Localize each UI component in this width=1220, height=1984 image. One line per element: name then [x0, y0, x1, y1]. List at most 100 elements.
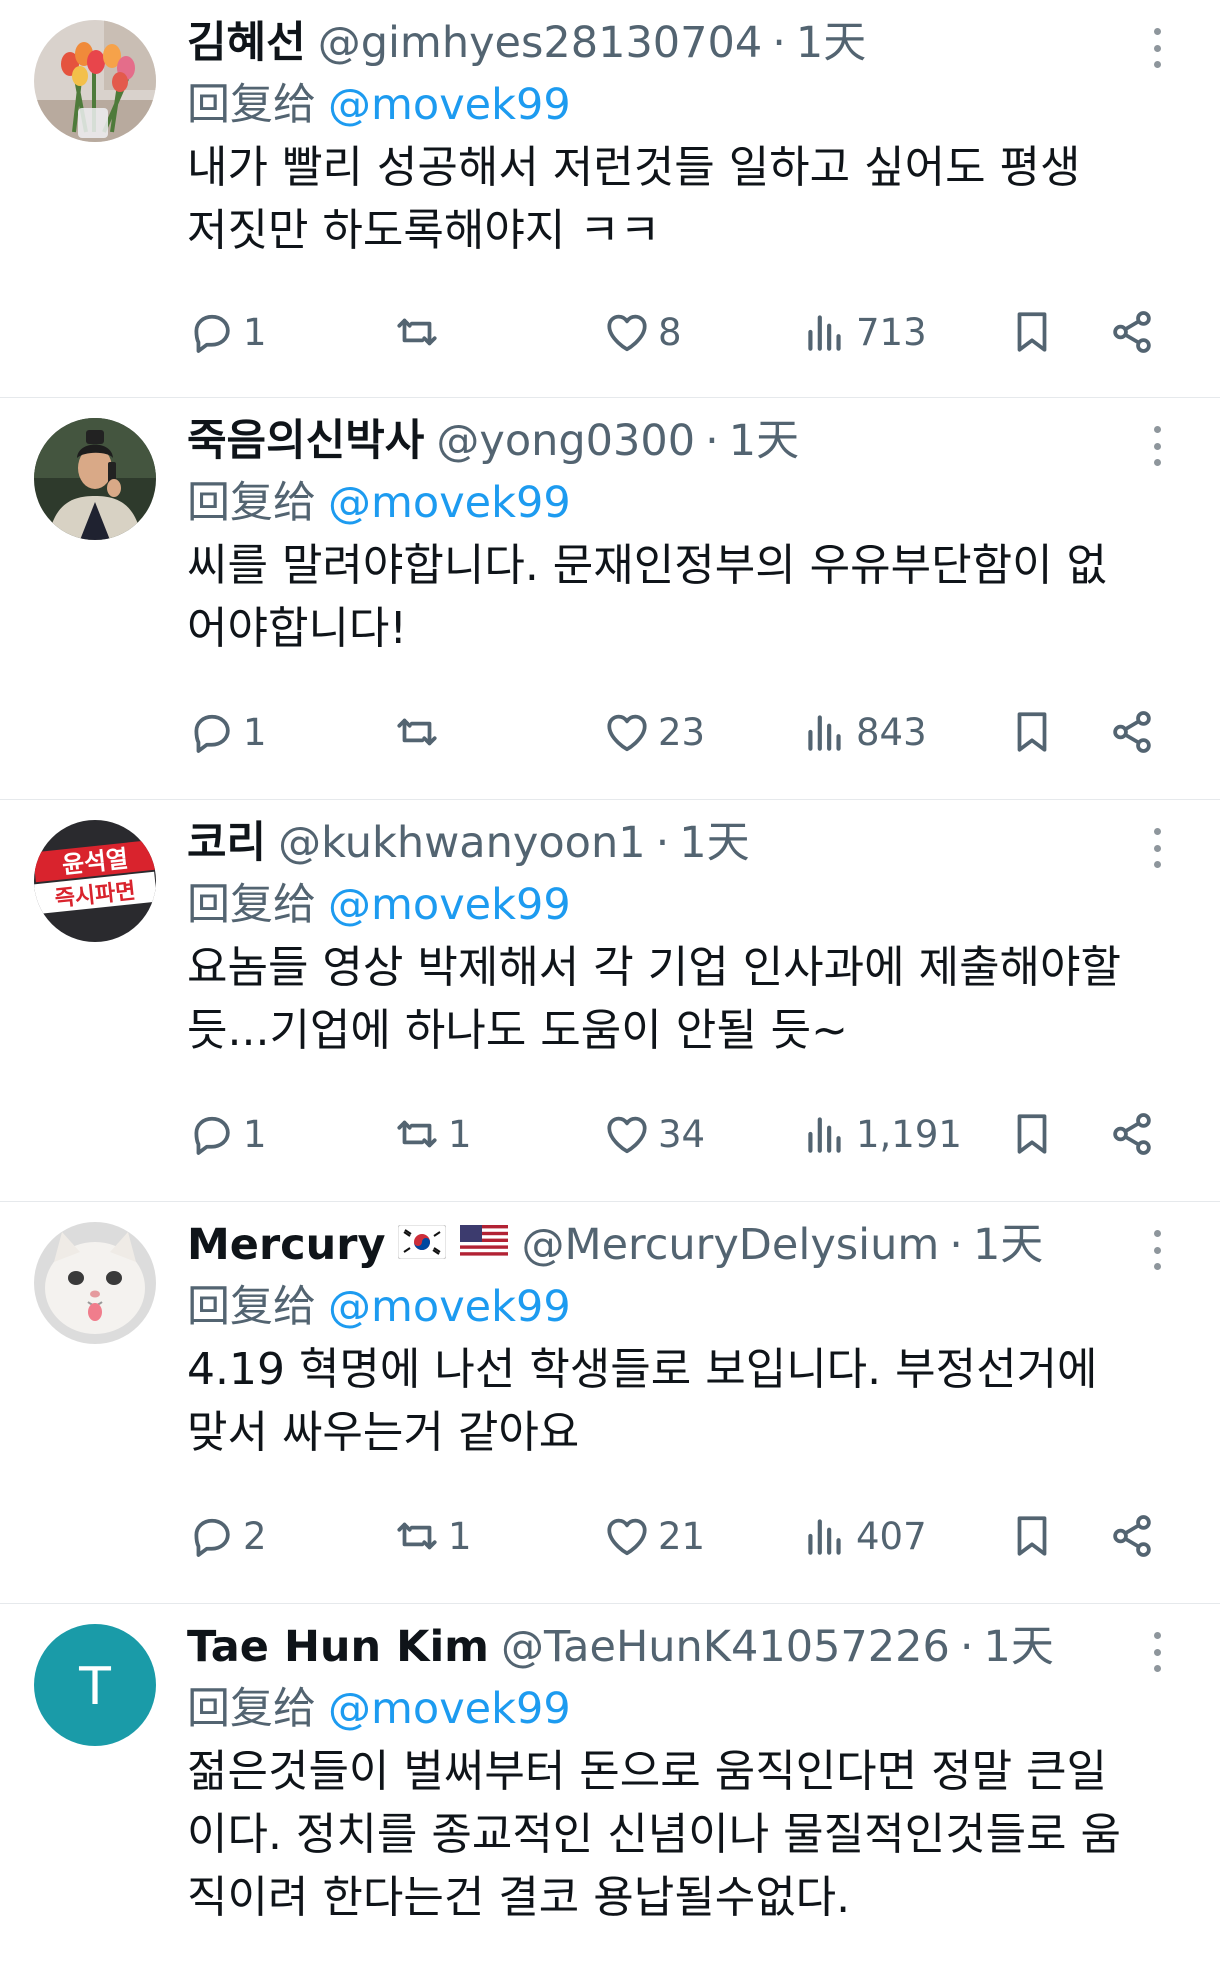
bookmark-button[interactable]	[1007, 302, 1057, 362]
reply-to-handle[interactable]: @movek99	[328, 880, 571, 930]
share-button[interactable]	[1107, 1104, 1157, 1164]
display-name[interactable]: Tae Hun Kim	[187, 1618, 489, 1676]
reply-button[interactable]: 1	[187, 702, 267, 762]
retweet-button[interactable]: 1	[392, 1104, 472, 1164]
share-icon	[1113, 1515, 1151, 1557]
reply-feed: 김혜선 @gimhyes28130704 · 1天 回复给 @movek99 내가…	[0, 0, 1220, 1984]
protest-sign-photo-icon: 윤석열 즉시파면	[34, 820, 156, 942]
views-button[interactable]: 713	[800, 302, 927, 362]
reply-icon	[194, 1116, 230, 1155]
reply-to-handle[interactable]: @movek99	[328, 1282, 571, 1332]
reply-count: 1	[243, 310, 267, 354]
bookmark-button[interactable]	[1007, 1506, 1057, 1566]
retweet-icon	[397, 718, 437, 746]
view-count: 1,191	[856, 1112, 962, 1156]
tweet-body: 죽음의신박사 @yong0300 · 1天 回复给 @movek99 씨를 말려야…	[187, 412, 1180, 660]
share-icon	[1113, 1113, 1151, 1155]
user-handle[interactable]: @gimhyes28130704	[318, 14, 763, 72]
bookmark-button[interactable]	[1007, 1104, 1057, 1164]
user-handle[interactable]: @MercuryDelysium	[522, 1216, 940, 1274]
tweet-text: 씨를 말려야합니다. 문재인정부의 우유부단함이 없 어야합니다!	[187, 540, 1108, 654]
reply-tweet[interactable]: 죽음의신박사 @yong0300 · 1天 回复给 @movek99 씨를 말려야…	[0, 398, 1220, 800]
flag-kr-icon	[397, 1216, 446, 1274]
display-name[interactable]: Mercury	[187, 1216, 386, 1274]
user-handle[interactable]: @TaeHunK41057226	[501, 1618, 950, 1676]
avatar[interactable]	[34, 418, 156, 540]
avatar[interactable]	[34, 1222, 156, 1344]
user-handle[interactable]: @kukhwanyoon1	[278, 814, 645, 872]
retweet-count: 1	[448, 1514, 472, 1558]
retweet-count: 1	[448, 1112, 472, 1156]
display-name[interactable]: 죽음의신박사	[187, 412, 424, 470]
reply-prefix: 回复给	[187, 880, 316, 930]
separator-dot: ·	[772, 18, 786, 68]
reply-button[interactable]: 1	[187, 302, 267, 362]
separator-dot: ·	[949, 1220, 963, 1270]
separator-dot: ·	[959, 1622, 974, 1672]
reply-prefix: 回复给	[187, 1684, 316, 1734]
retweet-button[interactable]	[392, 702, 448, 762]
reply-button[interactable]: 2	[187, 1506, 267, 1566]
action-bar: 2 1 21 407	[187, 1506, 1180, 1566]
views-button[interactable]: 843	[800, 702, 927, 762]
bookmark-icon	[1017, 1114, 1047, 1154]
reply-to-handle[interactable]: @movek99	[328, 1684, 571, 1734]
action-bar: 1 8 713	[187, 302, 1180, 362]
reply-prefix: 回复给	[187, 1282, 316, 1332]
avatar[interactable]	[34, 20, 156, 142]
tweet-text: 4.19 혁명에 나선 학생들로 보입니다. 부정선거에 맞서 싸우는거 같아요	[187, 1344, 1098, 1458]
reply-tweet[interactable]: 김혜선 @gimhyes28130704 · 1天 回复给 @movek99 내가…	[0, 0, 1220, 398]
display-name[interactable]: 코리	[187, 814, 266, 872]
timestamp[interactable]: 1天	[679, 814, 749, 872]
separator-dot: ·	[655, 818, 670, 868]
view-count: 713	[856, 310, 927, 354]
user-handle[interactable]: @yong0300	[436, 412, 695, 470]
views-button[interactable]: 407	[800, 1506, 927, 1566]
timestamp[interactable]: 1天	[973, 1216, 1043, 1274]
reply-button[interactable]: 1	[187, 1104, 267, 1164]
reply-count: 2	[243, 1514, 267, 1558]
avatar[interactable]: 윤석열 즉시파면	[34, 820, 156, 942]
reply-to-handle[interactable]: @movek99	[328, 478, 571, 528]
share-button[interactable]	[1107, 702, 1157, 762]
bookmark-icon	[1017, 312, 1047, 352]
tweet-body: Mercury @MercuryDelysium · 1天 回复给 @movek9…	[187, 1216, 1180, 1464]
bookmark-icon	[1017, 712, 1047, 752]
like-button[interactable]: 8	[602, 302, 682, 362]
reply-tweet[interactable]: 윤석열 즉시파면 코리 @kukhwanyoon1 · 1天 回复给 @movek…	[0, 800, 1220, 1202]
action-bar: 1 1 34 1,191	[187, 1104, 1180, 1164]
retweet-icon	[397, 1522, 437, 1550]
views-button[interactable]: 1,191	[800, 1104, 962, 1164]
like-count: 34	[658, 1112, 706, 1156]
views-icon	[808, 1519, 841, 1555]
heart-icon	[607, 314, 647, 352]
avatar[interactable]: T	[34, 1624, 156, 1746]
like-button[interactable]: 23	[602, 702, 705, 762]
tweet-text: 젊은것들이 벌써부터 돈으로 움직인다면 정말 큰일 이다. 정치를 종교적인 …	[187, 1746, 1121, 1923]
timestamp[interactable]: 1天	[796, 14, 866, 72]
tweet-text: 내가 빨리 성공해서 저런것들 일하고 싶어도 평생 저짓만 하도록해야지 ㅋㅋ	[187, 142, 1081, 256]
reply-tweet[interactable]: Mercury @MercuryDelysium · 1天 回复给 @movek9…	[0, 1202, 1220, 1604]
like-button[interactable]: 21	[602, 1506, 705, 1566]
heart-icon	[607, 1518, 647, 1556]
timestamp[interactable]: 1天	[984, 1618, 1054, 1676]
retweet-button[interactable]	[392, 302, 448, 362]
bookmark-button[interactable]	[1007, 702, 1057, 762]
display-name[interactable]: 김혜선	[187, 14, 306, 72]
share-button[interactable]	[1107, 1506, 1157, 1566]
like-button[interactable]: 34	[602, 1104, 705, 1164]
timestamp[interactable]: 1天	[729, 412, 799, 470]
reply-tweet[interactable]: T Tae Hun Kim @TaeHunK41057226 · 1天 回复给 @…	[0, 1604, 1220, 1984]
heart-icon	[607, 1116, 647, 1154]
action-bar: 1 23 843	[187, 702, 1180, 762]
reply-context: 回复给 @movek99	[187, 472, 1180, 534]
tulips-photo-icon	[34, 20, 156, 142]
reply-icon	[194, 1518, 230, 1557]
reply-context: 回复给 @movek99	[187, 1678, 1180, 1740]
tweet-header: Mercury @MercuryDelysium · 1天	[187, 1216, 1180, 1274]
retweet-button[interactable]: 1	[392, 1506, 472, 1566]
reply-to-handle[interactable]: @movek99	[328, 80, 571, 130]
share-button[interactable]	[1107, 302, 1157, 362]
reply-count: 1	[243, 1112, 267, 1156]
views-icon	[808, 1117, 841, 1153]
